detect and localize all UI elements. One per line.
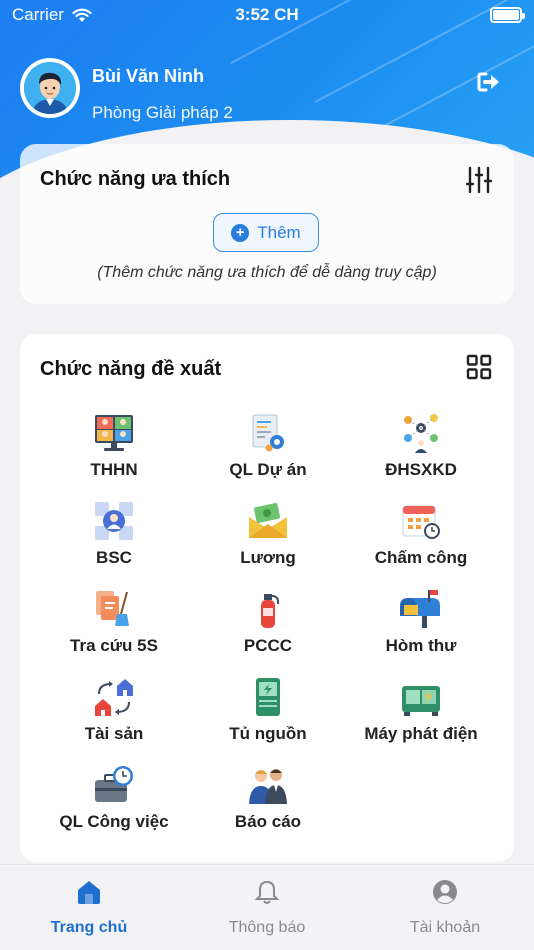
user-department: Phòng Giải pháp 2 <box>92 103 233 122</box>
status-bar: Carrier 3:52 CH <box>0 0 534 30</box>
feature-label: Tra cứu 5S <box>70 636 158 655</box>
feature-label: THHN <box>90 460 138 479</box>
feature-label: QL Công việc <box>59 812 169 831</box>
sliders-icon[interactable] <box>466 166 492 194</box>
feature-tra-cuu-5s[interactable]: Tra cứu 5S <box>20 586 208 674</box>
cleaning-documents-icon <box>96 591 129 626</box>
bsc-person-icon <box>95 502 133 540</box>
favorites-hint: (Thêm chức năng ưa thích để dễ dàng truy… <box>97 264 437 281</box>
favorites-card: Chức năng ưa thích + Thêm (Thêm chức năn… <box>20 144 514 304</box>
feature-label: QL Dự án <box>229 460 307 479</box>
feature-label: Lương <box>240 548 296 567</box>
tab-account[interactable]: Tài khoản <box>356 865 534 950</box>
feature-tu-nguon[interactable]: Tủ nguồn <box>208 674 328 762</box>
report-people-icon <box>249 769 287 804</box>
feature-ql-cong-viec[interactable]: QL Công việc <box>20 762 208 850</box>
feature-label: Tài sản <box>84 724 144 743</box>
suggested-card: Chức năng đề xuất THHN QL Dự án ĐHSXKD B… <box>20 334 514 862</box>
briefcase-clock-icon <box>95 766 133 802</box>
video-conference-icon <box>95 415 133 451</box>
battery-icon <box>490 7 525 23</box>
home-icon <box>78 881 100 904</box>
business-network-icon <box>404 414 438 453</box>
salary-envelope-icon <box>249 503 287 538</box>
feature-hom-thu[interactable]: Hòm thư <box>328 586 514 674</box>
feature-label: ĐHSXKD <box>385 460 457 479</box>
profile-section: Bùi Văn Ninh Phòng Giải pháp 2 <box>20 58 233 123</box>
houses-exchange-icon <box>95 679 133 716</box>
feature-label: Chấm công <box>374 548 468 567</box>
feature-label: BSC <box>96 548 132 567</box>
suggested-grid: THHN QL Dự án ĐHSXKD BSC Lương Chấm công… <box>20 410 514 850</box>
project-document-icon <box>252 414 284 452</box>
user-name: Bùi Văn Ninh <box>92 66 204 86</box>
grid-view-icon[interactable] <box>466 354 492 380</box>
generator-icon <box>402 686 440 716</box>
feature-dhsxkd[interactable]: ĐHSXKD <box>328 410 514 498</box>
avatar[interactable] <box>20 58 80 118</box>
feature-ql-du-an[interactable]: QL Dự án <box>208 410 328 498</box>
feature-cham-cong[interactable]: Chấm công <box>328 498 514 586</box>
favorites-title: Chức năng ưa thích <box>40 168 231 190</box>
fire-extinguisher-icon <box>261 594 280 628</box>
user-avatar-icon <box>24 62 76 114</box>
bottom-tab-bar: Trang chủ Thông báo Tài khoản <box>0 864 534 950</box>
mailbox-icon <box>400 590 440 628</box>
status-time: 3:52 CH <box>235 5 299 24</box>
add-favorite-button[interactable]: + Thêm <box>213 213 319 252</box>
tab-label: Thông báo <box>228 919 306 936</box>
calendar-clock-icon <box>402 505 440 539</box>
bell-icon <box>254 880 280 904</box>
tab-label: Trang chủ <box>50 919 128 936</box>
add-favorite-label: Thêm <box>257 222 301 242</box>
feature-tai-san[interactable]: Tài sản <box>20 674 208 762</box>
feature-label: Máy phát điện <box>364 724 478 743</box>
feature-label: Tủ nguồn <box>229 724 307 743</box>
power-cabinet-icon <box>256 678 280 716</box>
logout-icon[interactable] <box>476 70 502 94</box>
tab-home[interactable]: Trang chủ <box>0 865 178 950</box>
feature-may-phat-dien[interactable]: Máy phát điện <box>328 674 514 762</box>
feature-label: Hòm thư <box>385 636 457 655</box>
feature-label: PCCC <box>243 636 293 655</box>
feature-label: Báo cáo <box>234 812 302 831</box>
feature-thhn[interactable]: THHN <box>20 410 208 498</box>
suggested-title: Chức năng đề xuất <box>40 358 222 380</box>
feature-bsc[interactable]: BSC <box>20 498 208 586</box>
feature-pccc[interactable]: PCCC <box>208 586 328 674</box>
feature-bao-cao[interactable]: Báo cáo <box>208 762 328 850</box>
plus-circle-icon: + <box>231 223 250 242</box>
tab-label: Tài khoản <box>409 919 481 936</box>
feature-luong[interactable]: Lương <box>208 498 328 586</box>
tab-notifications[interactable]: Thông báo <box>178 865 356 950</box>
user-circle-icon <box>433 880 457 904</box>
